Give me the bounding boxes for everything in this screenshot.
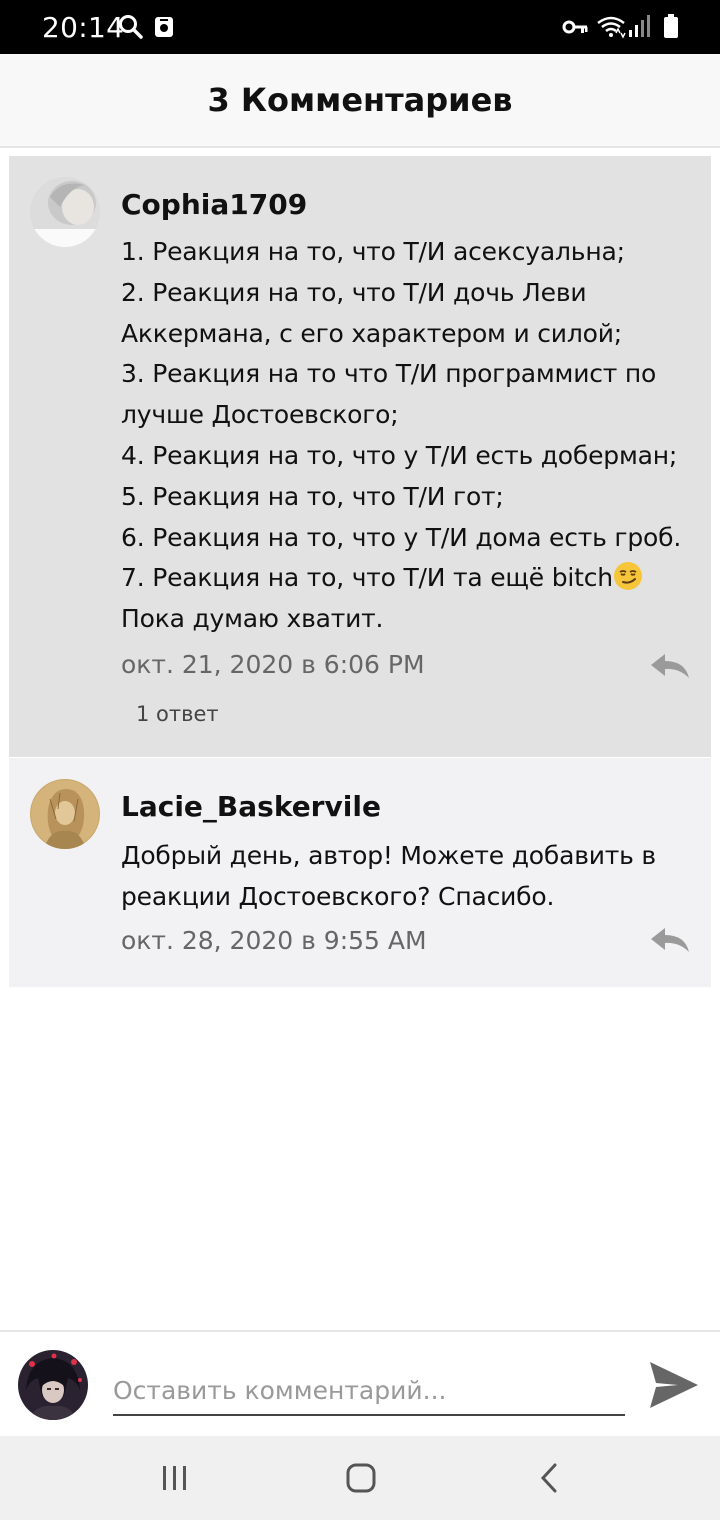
comment-timestamp: окт. 28, 2020 в 9:55 AM: [121, 926, 427, 955]
comment-line: Добрый день, автор! Можете добавить в: [121, 841, 656, 870]
reply-icon[interactable]: [649, 652, 691, 680]
comment-line-with-emoji: 7. Реакция на то, что Т/И та ещё bitch: [121, 558, 691, 599]
wifi-icon: [597, 16, 626, 39]
comment-item[interactable]: Cophia1709 1. Реакция на то, что Т/И асе…: [9, 156, 711, 757]
comment-body: 1. Реакция на то, что Т/И асексуальна; 2…: [121, 232, 691, 640]
comment-line: реакции Достоевского? Спасибо.: [121, 881, 555, 911]
back-icon[interactable]: [538, 1462, 560, 1494]
status-time: 20:14: [42, 11, 125, 44]
comment-line: 4. Реакция на то, что у Т/И есть доберма…: [121, 440, 678, 470]
search-icon: [119, 15, 143, 39]
reply-icon[interactable]: [649, 926, 691, 954]
current-user-avatar[interactable]: [18, 1350, 88, 1420]
comment-body: Добрый день, автор! Можете добавить в ре…: [121, 836, 691, 918]
comments-header: 3 Комментариев: [0, 54, 720, 148]
battery-icon: [664, 14, 678, 38]
comment-line: 6. Реакция на то, что у Т/И дома есть гр…: [121, 522, 682, 552]
status-bar: 20:14: [0, 0, 720, 54]
avatar[interactable]: [30, 779, 100, 849]
vpn-key-icon: [562, 20, 588, 34]
comment-line: 5. Реакция на то, что Т/И гот;: [121, 481, 504, 511]
comment-line: Пока думаю хватит.: [121, 604, 384, 634]
avatar[interactable]: [30, 177, 100, 247]
app-notification-icon: [155, 17, 173, 37]
comment-line: 7. Реакция на то, что Т/И та ещё bitch: [121, 563, 613, 593]
recent-apps-icon[interactable]: [160, 1462, 190, 1494]
view-replies-link[interactable]: 1 ответ: [136, 702, 219, 726]
comment-line: лучше Достоевского;: [121, 400, 399, 430]
comment-item[interactable]: Lacie_Baskervile Добрый день, автор! Мож…: [9, 758, 711, 987]
system-nav-bar: [0, 1436, 720, 1520]
comment-line: Аккермана, с его характером и силой;: [121, 318, 622, 348]
signal-icon: [629, 15, 650, 37]
comment-composer: [0, 1330, 720, 1436]
comment-line: 3. Реакция на то что Т/И программист по: [121, 359, 657, 389]
comment-line: 1. Реакция на то, что Т/И асексуальна;: [121, 237, 625, 266]
smirking-face-emoji: [613, 562, 642, 591]
home-icon[interactable]: [346, 1462, 376, 1494]
page-title: 3 Комментариев: [207, 81, 513, 119]
send-icon[interactable]: [648, 1360, 700, 1410]
comment-author[interactable]: Lacie_Baskervile: [121, 790, 381, 823]
comment-input[interactable]: [113, 1366, 625, 1416]
comment-timestamp: окт. 21, 2020 в 6:06 PM: [121, 650, 425, 679]
comment-author[interactable]: Cophia1709: [121, 188, 307, 221]
comment-line: 2. Реакция на то, что Т/И дочь Леви: [121, 277, 587, 307]
